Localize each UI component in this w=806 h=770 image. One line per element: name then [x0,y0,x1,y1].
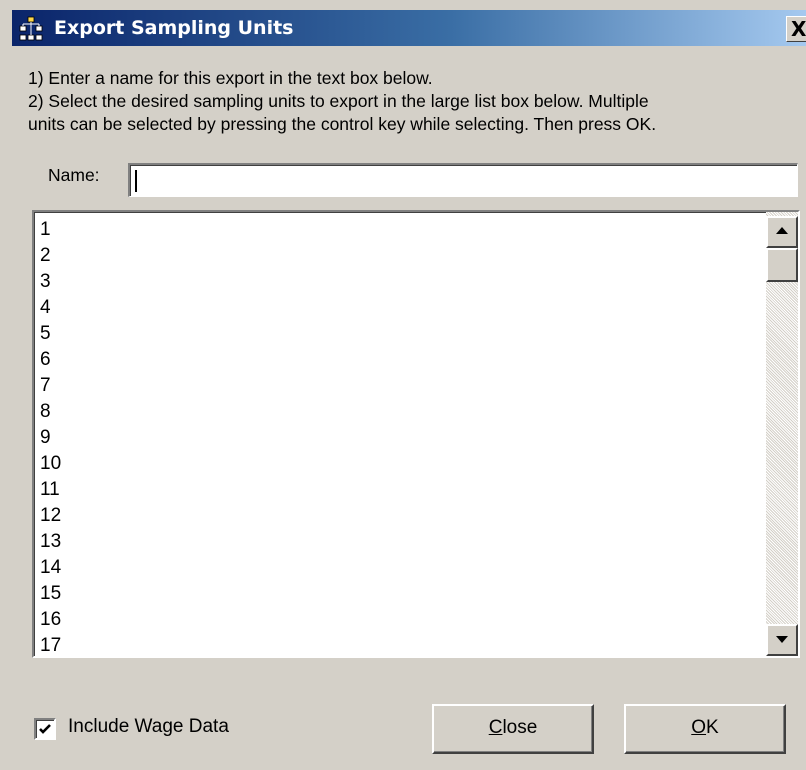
ok-button-mnemonic: O [691,717,707,738]
list-item[interactable]: 15 [40,581,61,607]
list-item[interactable]: 3 [40,269,61,295]
close-window-button[interactable]: X [786,16,806,42]
list-item[interactable]: 1 [40,217,61,243]
list-item[interactable]: 7 [40,373,61,399]
scroll-down-button[interactable] [766,624,798,656]
title-bar[interactable]: Export Sampling Units X [12,10,806,46]
scroll-up-button[interactable] [766,216,798,248]
list-item[interactable]: 14 [40,555,61,581]
include-wage-data-label: Include Wage Data [68,716,229,737]
scrollbar-thumb[interactable] [766,248,798,282]
close-button-mnemonic: C [488,717,503,738]
ok-button-label: K [706,717,719,738]
instruction-line-2: 2) Select the desired sampling units to … [28,91,649,111]
list-item[interactable]: 8 [40,399,61,425]
arrow-down-icon [776,636,788,643]
list-item[interactable]: 4 [40,295,61,321]
list-item[interactable]: 16 [40,607,61,633]
list-item[interactable]: 6 [40,347,61,373]
export-sampling-units-dialog: Export Sampling Units X 1) Enter a name … [0,0,806,770]
ok-button[interactable]: OK [624,704,786,754]
hierarchy-icon [18,16,44,42]
instruction-line-1: 1) Enter a name for this export in the t… [28,68,433,88]
dialog-title: Export Sampling Units [54,17,294,39]
sampling-units-list: 1 2 3 4 5 6 7 8 9 10 11 12 13 14 15 16 17 [40,217,61,656]
list-item[interactable]: 2 [40,243,61,269]
list-item[interactable]: 10 [40,451,61,477]
include-wage-data-checkbox[interactable] [34,718,56,740]
list-item[interactable]: 17 [40,633,61,656]
vertical-scrollbar[interactable] [766,212,798,656]
text-caret [135,170,137,192]
sampling-units-listbox[interactable]: 1 2 3 4 5 6 7 8 9 10 11 12 13 14 15 16 17 [32,210,800,658]
list-item[interactable]: 11 [40,477,61,503]
name-label: Name: [48,165,100,185]
close-button[interactable]: Close [432,704,594,754]
checkmark-icon [39,724,51,734]
instructions-text: 1) Enter a name for this export in the t… [28,67,806,136]
name-input[interactable] [128,163,798,197]
instruction-line-3: units can be selected by pressing the co… [28,114,657,134]
list-item[interactable]: 13 [40,529,61,555]
close-button-label: lose [502,717,538,738]
list-item[interactable]: 5 [40,321,61,347]
list-item[interactable]: 9 [40,425,61,451]
list-item[interactable]: 12 [40,503,61,529]
arrow-up-icon [776,227,788,234]
